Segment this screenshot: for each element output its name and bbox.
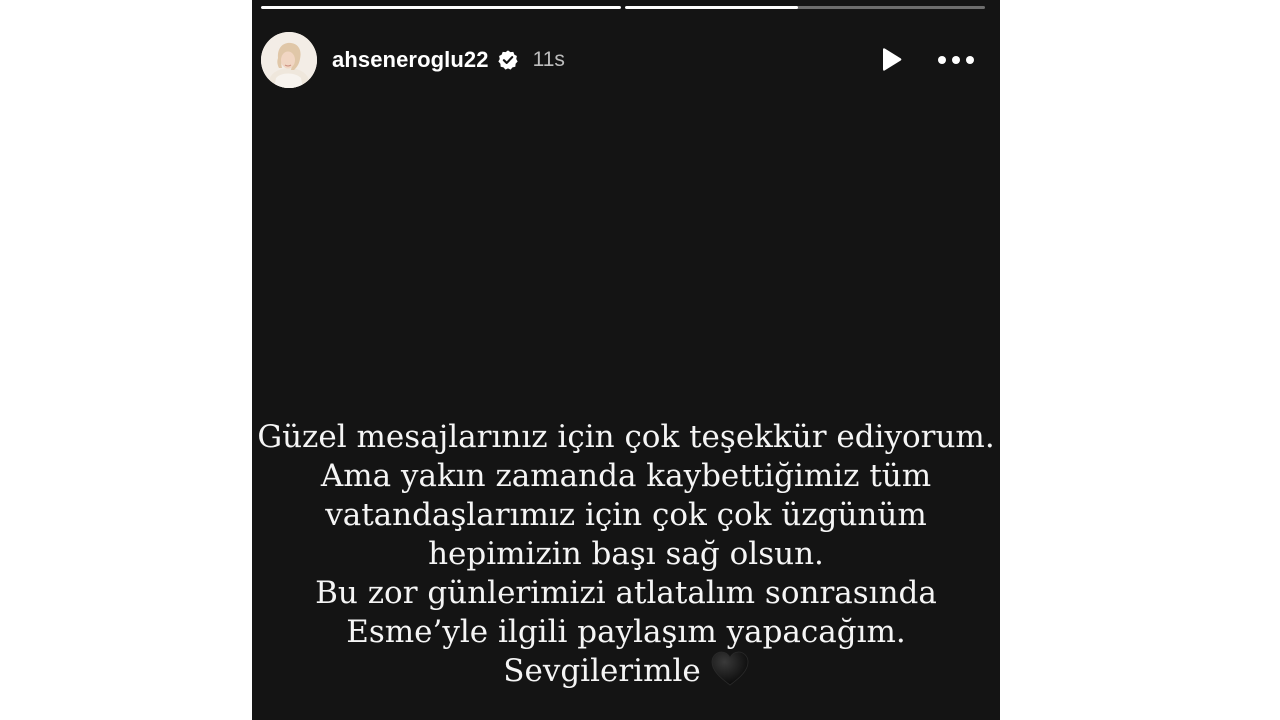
message-line: Bu zor günlerimizi atlatalım sonrasında — [315, 575, 937, 611]
story-header: ahseneroglu22 11s — [261, 31, 976, 89]
message-line: hepimizin başı sağ olsun. — [428, 536, 824, 572]
progress-bars — [261, 6, 985, 9]
story-viewer[interactable]: ahseneroglu22 11s Güzel mesajlarınız içi… — [252, 0, 1000, 720]
progress-segment-1 — [261, 6, 621, 9]
avatar[interactable] — [261, 32, 317, 88]
signoff-text: Sevgilerimle — [503, 653, 701, 689]
progress-fill-1 — [261, 6, 621, 9]
play-icon — [883, 48, 902, 71]
story-message: Güzel mesajlarınız için çok teşekkür edi… — [252, 418, 1000, 691]
message-line: Güzel mesajlarınız için çok teşekkür edi… — [257, 419, 995, 455]
progress-fill-2 — [625, 6, 798, 9]
black-heart-icon — [711, 651, 749, 687]
play-button[interactable] — [876, 45, 906, 75]
verified-badge-icon — [497, 49, 519, 71]
more-options-button[interactable] — [936, 45, 976, 75]
post-time: 11s — [532, 48, 565, 71]
message-line: Ama yakın zamanda kaybettiğimiz tüm — [320, 458, 932, 494]
message-line-last: Sevgilerimle — [252, 651, 1000, 691]
message-line: vatandaşlarımız için çok çok üzgünüm — [325, 497, 927, 533]
progress-segment-2 — [625, 6, 985, 9]
more-icon — [938, 56, 974, 64]
message-line: Esme’yle ilgili paylaşım yapacağım. — [346, 614, 906, 650]
username[interactable]: ahseneroglu22 — [332, 47, 489, 73]
